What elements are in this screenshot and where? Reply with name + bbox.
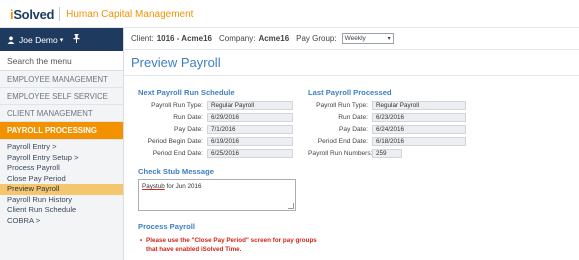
user-name: Joe Demo [19, 34, 58, 45]
field-value: 7/1/2016 [207, 124, 293, 134]
field-label: Payroll Run Type: [316, 101, 368, 109]
payroll-submenu: Payroll Entry > Payroll Entry Setup > Pr… [0, 140, 123, 226]
field-value: 6/19/2016 [207, 136, 293, 146]
last-run-title: Last Payroll Processed [308, 88, 392, 97]
context-bar: Client: 1016 - Acme16 Company: Acme16 Pa… [124, 28, 579, 50]
field-value: 6/25/2016 [207, 148, 293, 158]
field-value: Regular Payroll [207, 100, 293, 110]
field-label: Period End Date: [152, 149, 203, 157]
user-menu[interactable]: Joe Demo ▾ [0, 28, 123, 51]
menu-client-management[interactable]: CLIENT MANAGEMENT [0, 105, 123, 122]
field-label: Pay Date: [339, 125, 368, 133]
last-run-row: Payroll Run Type: Regular Payroll [308, 100, 466, 110]
field-value: 259 [372, 148, 402, 158]
next-run-row: Pay Date: 7/1/2016 [138, 124, 293, 134]
menu-search-input[interactable]: Search the menu [0, 51, 123, 71]
field-value: 6/24/2016 [372, 124, 466, 134]
resize-grip-icon[interactable] [288, 203, 294, 209]
app-frame: iSolved Human Capital Management Joe Dem… [0, 0, 579, 260]
last-run-row: Pay Date: 6/24/2016 [308, 124, 466, 134]
search-placeholder: Search the menu [7, 55, 72, 66]
check-stub-message-textarea[interactable]: Paystub for Jun 2016 [138, 179, 296, 211]
logo-divider [59, 7, 61, 21]
field-label: Payroll Run Numbers: [308, 149, 373, 157]
sidebar-item-process-payroll[interactable]: Process Payroll [0, 163, 123, 174]
last-run-row: Payroll Run Numbers: 259 [308, 148, 402, 158]
paygroup-label: Pay Group: [296, 34, 337, 43]
sidebar-item-preview-payroll[interactable]: Preview Payroll [0, 184, 123, 195]
product-name: Human Capital Management [66, 8, 194, 20]
isolved-logo[interactable]: iSolved Human Capital Management [10, 6, 193, 22]
main-content: Client: 1016 - Acme16 Company: Acme16 Pa… [124, 28, 579, 260]
brand-bar: iSolved Human Capital Management [0, 0, 579, 28]
process-payroll-title: Process Payroll [138, 222, 195, 231]
field-value: Regular Payroll [372, 100, 466, 110]
sidebar-item-cobra[interactable]: COBRA > [0, 216, 123, 227]
client-value[interactable]: 1016 - Acme16 [157, 34, 212, 43]
sidebar: Joe Demo ▾ Search the menu EMPLOYEE MANA… [0, 28, 124, 260]
close-pay-period-warning: • Please use the "Close Pay Period" scre… [140, 236, 317, 254]
field-label: Pay Date: [174, 125, 203, 133]
user-icon [7, 36, 15, 44]
field-value: 6/29/2016 [207, 112, 293, 122]
field-label: Run Date: [173, 113, 203, 121]
last-run-row: Period End Date: 6/18/2016 [308, 136, 466, 146]
field-value: 6/23/2016 [372, 112, 466, 122]
page-header: Preview Payroll [124, 50, 579, 76]
field-label: Run Date: [338, 113, 368, 121]
paygroup-value: Weekly [344, 35, 366, 42]
next-run-row: Period Begin Date: 6/19/2016 [138, 136, 293, 146]
sidebar-item-payroll-run-history[interactable]: Payroll Run History [0, 195, 123, 206]
field-value: 6/18/2016 [372, 136, 466, 146]
field-label: Period End Date: [317, 137, 368, 145]
next-run-row: Run Date: 6/29/2016 [138, 112, 293, 122]
menu-employee-management[interactable]: EMPLOYEE MANAGEMENT [0, 71, 123, 88]
warning-line-1: Please use the "Close Pay Period" screen… [146, 237, 317, 244]
chevron-down-icon: ▾ [59, 36, 64, 44]
logo-wordmark: iSolved [10, 6, 55, 22]
page-title: Preview Payroll [131, 55, 221, 70]
company-label: Company: [218, 34, 256, 43]
pin-icon[interactable] [73, 34, 80, 45]
company-value[interactable]: Acme16 [258, 34, 289, 43]
sidebar-item-payroll-entry[interactable]: Payroll Entry > [0, 142, 123, 153]
next-run-row: Period End Date: 6/25/2016 [138, 148, 293, 158]
sidebar-item-client-run-schedule[interactable]: Client Run Schedule [0, 205, 123, 216]
client-label: Client: [131, 34, 154, 43]
paygroup-select[interactable]: Weekly ▾ [341, 33, 394, 44]
next-run-row: Payroll Run Type: Regular Payroll [138, 100, 293, 110]
field-label: Period Begin Date: [147, 137, 203, 145]
bullet-icon: • [140, 237, 143, 244]
sidebar-item-close-pay-period[interactable]: Close Pay Period [0, 174, 123, 185]
menu-payroll-processing[interactable]: PAYROLL PROCESSING [0, 122, 123, 140]
last-run-row: Run Date: 6/23/2016 [308, 112, 466, 122]
sidebar-item-payroll-entry-setup[interactable]: Payroll Entry Setup > [0, 153, 123, 164]
message-rest: for Jun 2016 [164, 183, 202, 190]
check-stub-title: Check Stub Message [138, 167, 214, 176]
warning-line-2: that have enabled iSolved Time. [146, 246, 242, 253]
field-label: Payroll Run Type: [151, 101, 203, 109]
message-word: Paystub [142, 183, 165, 190]
next-run-title: Next Payroll Run Schedule [138, 88, 235, 97]
menu-employee-self-service[interactable]: EMPLOYEE SELF SERVICE [0, 88, 123, 105]
dropdown-arrow-icon: ▾ [387, 36, 391, 42]
